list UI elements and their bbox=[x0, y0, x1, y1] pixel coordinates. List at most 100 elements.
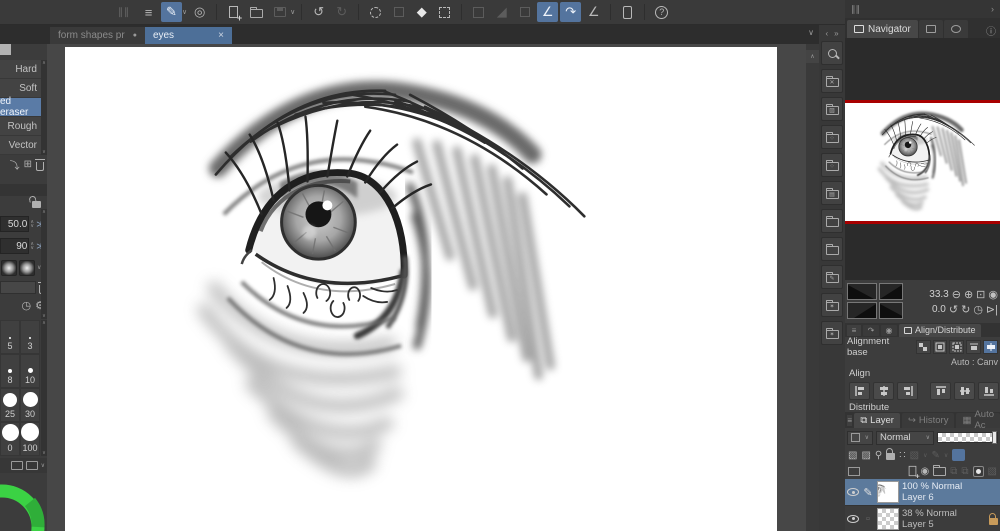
slider-handle[interactable] bbox=[992, 431, 997, 444]
layer-color-button[interactable] bbox=[952, 449, 966, 461]
brush-size-field[interactable]: 50.0 bbox=[0, 216, 30, 232]
navigator-viewport[interactable] bbox=[845, 224, 1000, 280]
material-folder-button[interactable]: ✎ bbox=[821, 265, 843, 289]
reset-icon[interactable]: ◷ bbox=[22, 299, 32, 312]
snap-grid-button[interactable]: ∠ bbox=[583, 2, 604, 22]
flip-preview[interactable] bbox=[847, 283, 877, 300]
delete-subtool-icon[interactable] bbox=[35, 158, 45, 171]
transfer-layer-icon[interactable]: ⧉ bbox=[950, 466, 957, 477]
snap-special-ruler-button[interactable]: ↷ bbox=[560, 2, 582, 22]
new-document-button[interactable] bbox=[223, 2, 244, 23]
color-wheel-panel[interactable] bbox=[0, 472, 47, 531]
tab-eyes[interactable]: eyes × bbox=[144, 27, 232, 44]
info-icon[interactable]: ⓘ bbox=[986, 23, 996, 38]
layer-thumbnail[interactable] bbox=[877, 481, 899, 503]
scroll-up-icon[interactable]: ∧ bbox=[42, 60, 46, 66]
open-file-button[interactable] bbox=[246, 2, 267, 22]
help-button[interactable]: ? bbox=[651, 2, 672, 22]
layer-row-selected[interactable]: ✎ 100 % Normal Layer 6 bbox=[845, 479, 1000, 505]
select-area-button[interactable] bbox=[434, 2, 455, 22]
new-folder-icon[interactable] bbox=[933, 464, 947, 476]
save-chevron-icon[interactable]: ∨ bbox=[290, 8, 295, 16]
flip-preview[interactable] bbox=[879, 283, 903, 300]
material-search-button[interactable] bbox=[821, 41, 843, 65]
align-middle-button[interactable] bbox=[954, 382, 975, 400]
step-down-icon[interactable]: ∨ bbox=[30, 246, 34, 251]
reset-rotation-icon[interactable]: ◷ bbox=[973, 303, 983, 316]
flip-preview[interactable] bbox=[879, 302, 903, 319]
current-tool-button[interactable]: ✎ bbox=[161, 2, 182, 22]
navigator-viewport[interactable] bbox=[845, 38, 1000, 100]
duplicate-subtool-icon[interactable]: ⊞ bbox=[24, 159, 32, 170]
canvas[interactable] bbox=[65, 47, 777, 531]
material-folder-button[interactable]: ▨ bbox=[821, 97, 843, 121]
panel-menu-icon[interactable]: ≡ bbox=[847, 414, 853, 426]
redo-button[interactable]: ↻ bbox=[331, 2, 352, 22]
align-right-button[interactable] bbox=[897, 382, 918, 400]
tab-align-distribute[interactable]: Align/Distribute bbox=[899, 323, 981, 337]
panel-collapse-icon[interactable]: › bbox=[991, 4, 994, 14]
invert-selection-button[interactable]: ◢ bbox=[491, 2, 512, 22]
flip-preview[interactable] bbox=[847, 302, 877, 319]
layer-opacity-slider[interactable] bbox=[937, 431, 998, 444]
material-folder-button[interactable]: ✶ bbox=[821, 293, 843, 317]
palette-options-icon[interactable] bbox=[25, 461, 38, 470]
zoom-in-icon[interactable]: ⊕ bbox=[964, 288, 973, 301]
subtool-item-hard[interactable]: Hard bbox=[0, 60, 41, 79]
canvas-area[interactable] bbox=[47, 44, 806, 531]
display-mode-icon[interactable] bbox=[10, 461, 23, 470]
expand-right-icon[interactable]: » bbox=[834, 29, 838, 38]
brush-tip-thumbnail[interactable] bbox=[1, 259, 17, 276]
scroll-up-icon[interactable]: ∧ bbox=[42, 320, 46, 326]
rotate-left-icon[interactable]: ↺ bbox=[949, 303, 958, 316]
brush-size-option[interactable]: 5 bbox=[0, 320, 20, 354]
deselect-button[interactable] bbox=[468, 2, 489, 22]
merge-layer-icon[interactable]: ⧉ bbox=[961, 466, 968, 477]
brush-size-option[interactable]: 100 bbox=[20, 422, 40, 456]
palette-color-dropdown[interactable]: ∨ bbox=[847, 430, 873, 445]
fill-disabled-button[interactable] bbox=[388, 2, 409, 22]
material-folder-button[interactable] bbox=[821, 209, 843, 233]
material-folder-button[interactable]: ✶ bbox=[821, 321, 843, 345]
base-option-button[interactable] bbox=[966, 340, 982, 354]
lock-layer-icon[interactable] bbox=[886, 447, 896, 460]
rotate-right-icon[interactable]: ↻ bbox=[961, 303, 970, 316]
tab-round-icon[interactable]: ◉ bbox=[881, 324, 897, 336]
tab-form-shapes[interactable]: form shapes pr ● bbox=[50, 27, 145, 44]
brush-size-option[interactable]: 30 bbox=[20, 388, 40, 422]
lock-alpha-icon[interactable]: ∷ bbox=[899, 450, 905, 461]
scroll-down-icon[interactable]: ∨ bbox=[42, 149, 46, 155]
fit-screen-icon[interactable]: ⊡ bbox=[976, 288, 985, 301]
pin-icon[interactable]: ⚲ bbox=[875, 450, 882, 461]
subtool-item-rough[interactable]: Rough bbox=[0, 117, 41, 136]
brush-size-option[interactable]: 25 bbox=[0, 388, 20, 422]
brush-size-option[interactable]: 10 bbox=[20, 354, 40, 388]
base-option-button-selected[interactable] bbox=[983, 340, 999, 354]
brush-tip-thumbnail[interactable] bbox=[19, 259, 35, 276]
color-wheel[interactable] bbox=[0, 472, 47, 531]
brush-size-option[interactable]: 8 bbox=[0, 354, 20, 388]
tab-list-chevron-icon[interactable]: ∨ bbox=[808, 28, 814, 37]
scroll-down-icon[interactable]: ∨ bbox=[42, 313, 46, 319]
align-bottom-button[interactable] bbox=[978, 382, 999, 400]
blend-mode-dropdown[interactable]: Normal ∨ bbox=[876, 430, 934, 445]
align-left-button[interactable] bbox=[849, 382, 870, 400]
panel-grip[interactable]: ∥∥ bbox=[851, 4, 860, 15]
tab-navigator[interactable]: Navigator bbox=[847, 20, 918, 38]
base-option-button[interactable] bbox=[915, 340, 931, 354]
opacity-field[interactable]: 90 bbox=[0, 238, 30, 254]
material-folder-button[interactable]: ⁘ bbox=[821, 125, 843, 149]
base-option-button[interactable] bbox=[932, 340, 948, 354]
scroll-up-button[interactable]: ∧ bbox=[806, 50, 819, 63]
draft-layer-icon[interactable]: ▧ bbox=[910, 450, 919, 461]
canvas-vertical-scrollbar[interactable]: ∧ bbox=[806, 44, 819, 531]
align-center-button[interactable] bbox=[873, 382, 894, 400]
align-top-button[interactable] bbox=[930, 382, 951, 400]
subtool-item-vector[interactable]: Vector bbox=[0, 136, 41, 155]
zoom-out-icon[interactable]: ⊖ bbox=[952, 288, 961, 301]
material-folder-button[interactable]: ⁘ bbox=[821, 153, 843, 177]
material-folder-button[interactable]: ✕ bbox=[821, 69, 843, 93]
brush-size-option[interactable]: 0 bbox=[0, 422, 20, 456]
base-option-button[interactable] bbox=[949, 340, 965, 354]
flip-horizontal-icon[interactable]: ⊳| bbox=[986, 303, 998, 316]
